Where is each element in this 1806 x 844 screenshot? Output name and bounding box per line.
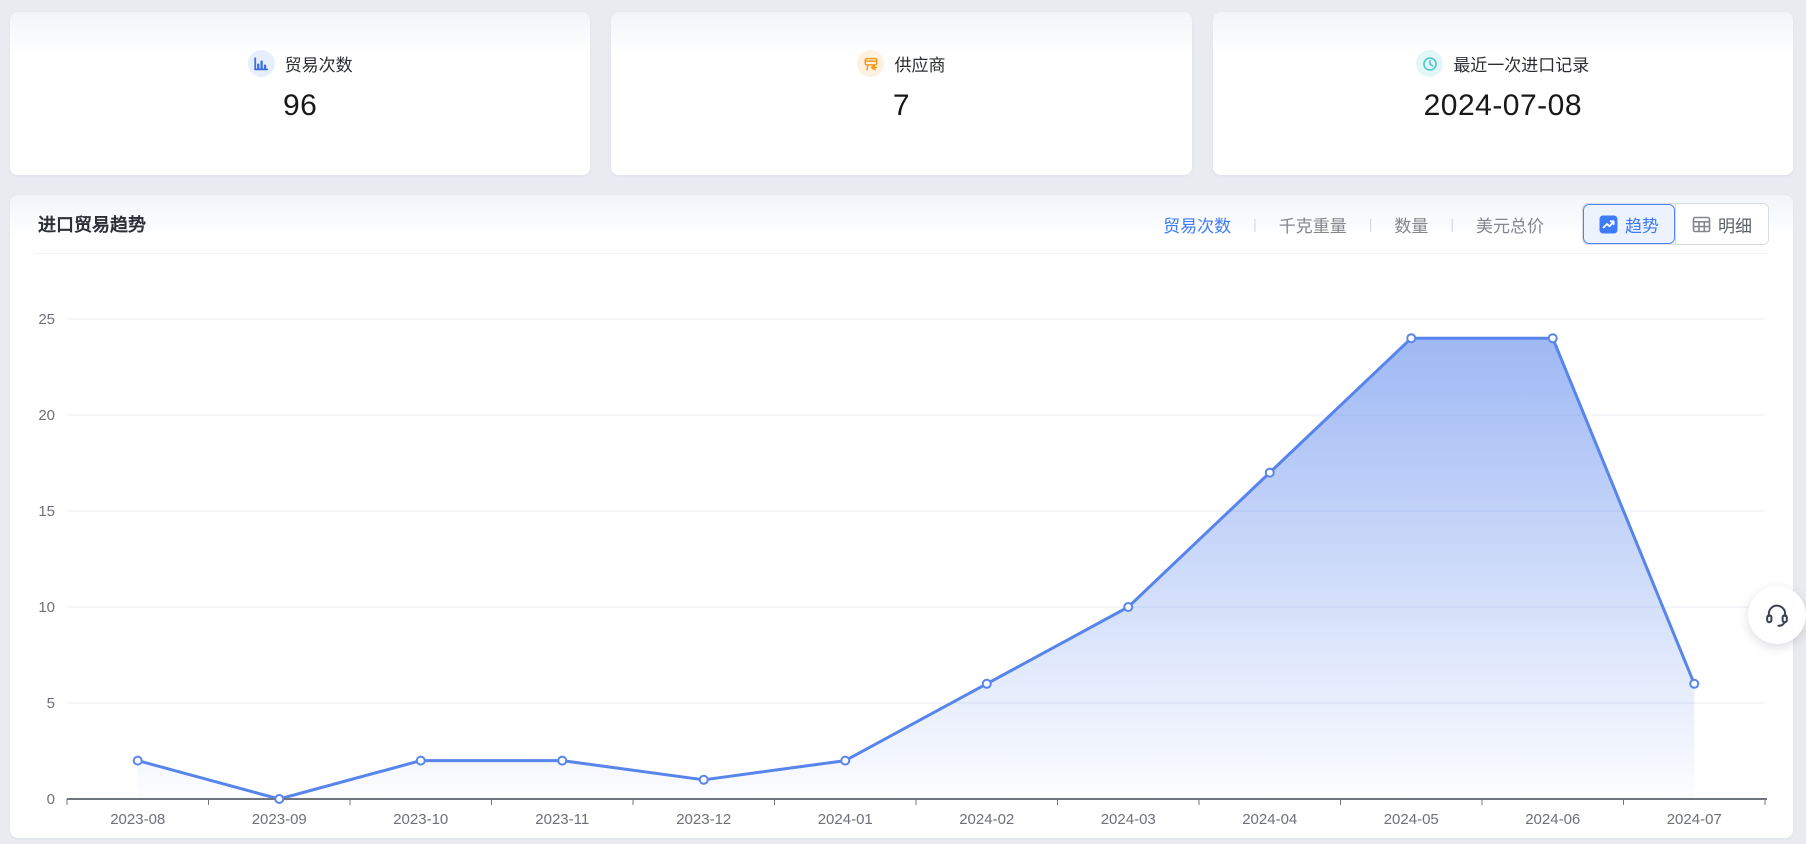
svg-text:2023-12: 2023-12 [676, 811, 731, 828]
panel-title: 进口贸易趋势 [38, 211, 146, 237]
svg-text:2023-09: 2023-09 [252, 811, 307, 828]
svg-text:15: 15 [38, 503, 55, 520]
svg-text:2024-05: 2024-05 [1384, 811, 1439, 828]
svg-text:25: 25 [38, 311, 55, 328]
stat-card-latest-import: 最近一次进口记录 2024-07-08 [1213, 12, 1793, 175]
trend-panel: 进口贸易趋势 贸易次数 | 千克重量 | 数量 | 美元总价 [10, 195, 1793, 838]
clock-icon [1416, 50, 1443, 77]
stat-card-suppliers: 供应商 7 [611, 12, 1191, 175]
svg-text:2023-10: 2023-10 [393, 811, 448, 828]
detail-view-button[interactable]: 明细 [1675, 204, 1768, 244]
tab-separator: | [1450, 216, 1454, 232]
tab-quantity[interactable]: 数量 [1390, 212, 1432, 237]
stat-value: 96 [283, 89, 317, 123]
tab-separator: | [1369, 216, 1373, 232]
stat-value: 2024-07-08 [1424, 89, 1582, 123]
metric-tabs: 贸易次数 | 千克重量 | 数量 | 美元总价 [1159, 212, 1548, 237]
stats-row: 贸易次数 96 供应商 7 [10, 12, 1793, 175]
svg-text:2024-02: 2024-02 [959, 811, 1014, 828]
supplier-icon [857, 50, 884, 77]
stat-card-trade-count: 贸易次数 96 [10, 12, 590, 175]
headset-icon [1763, 601, 1791, 629]
svg-text:2024-01: 2024-01 [818, 811, 873, 828]
trend-icon [1599, 215, 1618, 234]
support-button[interactable] [1748, 586, 1806, 644]
table-icon [1692, 215, 1711, 234]
trend-panel-header: 进口贸易趋势 贸易次数 | 千克重量 | 数量 | 美元总价 [10, 195, 1793, 253]
svg-text:2024-06: 2024-06 [1525, 811, 1580, 828]
tab-trade-count[interactable]: 贸易次数 [1159, 212, 1235, 237]
svg-text:20: 20 [38, 407, 55, 424]
tab-usd-total[interactable]: 美元总价 [1472, 212, 1548, 237]
svg-text:0: 0 [47, 791, 55, 808]
view-button-label: 明细 [1718, 212, 1752, 237]
svg-text:2024-03: 2024-03 [1101, 811, 1156, 828]
svg-text:10: 10 [38, 599, 55, 616]
svg-text:2024-07: 2024-07 [1667, 811, 1722, 828]
svg-text:2023-08: 2023-08 [110, 811, 165, 828]
view-button-label: 趋势 [1625, 212, 1659, 237]
svg-text:2023-11: 2023-11 [535, 811, 589, 828]
stat-label: 最近一次进口记录 [1453, 51, 1589, 76]
tab-kg-weight[interactable]: 千克重量 [1275, 212, 1351, 237]
tab-separator: | [1253, 216, 1257, 232]
svg-text:2024-04: 2024-04 [1242, 811, 1297, 828]
svg-text:5: 5 [47, 695, 55, 712]
stat-label: 供应商 [894, 51, 945, 76]
trend-view-button[interactable]: 趋势 [1583, 204, 1675, 244]
trend-chart[interactable]: 0 5 10 15 20 25 2023-08 2023-09 2023-10 2023-11 20… [10, 254, 1793, 838]
stat-label: 贸易次数 [285, 51, 353, 76]
view-toggle-group: 趋势 明细 [1582, 203, 1769, 245]
bar-chart-icon [248, 50, 275, 77]
stat-value: 7 [893, 89, 910, 123]
